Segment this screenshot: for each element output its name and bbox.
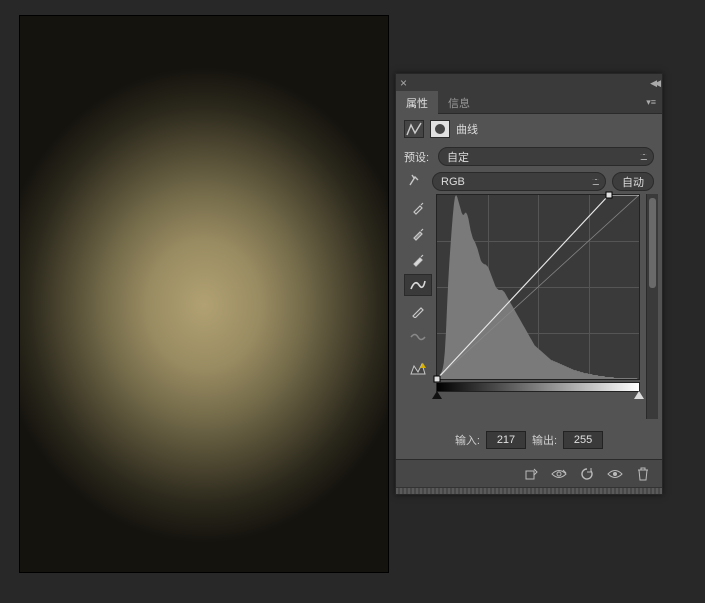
flyout-menu-icon[interactable]: ▾≡ bbox=[646, 97, 656, 108]
output-field[interactable]: 255 bbox=[563, 431, 603, 449]
visibility-icon[interactable] bbox=[606, 465, 624, 483]
panel-scrollbar[interactable] bbox=[646, 194, 658, 419]
preset-label: 预设: bbox=[404, 149, 432, 165]
curve-edit-icon[interactable] bbox=[404, 274, 432, 296]
panel-footer bbox=[396, 459, 662, 487]
properties-panel: × ◀◀ 属性 信息 ▾≡ 曲线 预设: 自定 RGB 自动 bbox=[395, 73, 663, 495]
view-previous-icon[interactable] bbox=[550, 465, 568, 483]
white-point-slider[interactable] bbox=[634, 391, 644, 399]
eyedropper-black-icon[interactable] bbox=[404, 196, 432, 218]
channel-select[interactable]: RGB bbox=[432, 172, 606, 191]
reset-icon[interactable] bbox=[578, 465, 596, 483]
curves-adj-icon bbox=[404, 120, 424, 138]
preset-select[interactable]: 自定 bbox=[438, 147, 654, 166]
tab-properties[interactable]: 属性 bbox=[396, 91, 438, 115]
close-icon[interactable]: × bbox=[400, 76, 407, 90]
curve-point-white[interactable] bbox=[605, 192, 612, 199]
adjustment-title: 曲线 bbox=[456, 121, 478, 137]
input-ramp bbox=[436, 382, 640, 392]
trash-icon[interactable] bbox=[634, 465, 652, 483]
curves-tools bbox=[404, 194, 432, 419]
clip-to-layer-icon[interactable] bbox=[522, 465, 540, 483]
curves-graph[interactable] bbox=[436, 194, 640, 380]
black-point-slider[interactable] bbox=[432, 391, 442, 399]
mask-icon[interactable] bbox=[430, 120, 450, 138]
eyedropper-white-icon[interactable] bbox=[404, 248, 432, 270]
pencil-icon[interactable] bbox=[404, 300, 432, 322]
document-canvas[interactable] bbox=[20, 16, 388, 572]
curve-line[interactable] bbox=[437, 195, 639, 379]
input-label: 输入: bbox=[455, 432, 480, 448]
auto-button[interactable]: 自动 bbox=[612, 172, 654, 191]
resize-grip[interactable] bbox=[396, 487, 662, 494]
clip-warning-icon[interactable] bbox=[404, 358, 432, 380]
finger-icon[interactable] bbox=[404, 173, 426, 190]
collapse-icon[interactable]: ◀◀ bbox=[650, 78, 658, 89]
output-label: 输出: bbox=[532, 432, 557, 448]
eyedropper-gray-icon[interactable] bbox=[404, 222, 432, 244]
input-output-row: 输入: 217 输出: 255 bbox=[396, 419, 662, 459]
smooth-icon[interactable] bbox=[404, 326, 432, 348]
scrollbar-thumb[interactable] bbox=[649, 198, 656, 288]
panel-titlebar: × ◀◀ bbox=[396, 74, 662, 92]
channel-row: RGB 自动 bbox=[396, 169, 662, 194]
preset-row: 预设: 自定 bbox=[396, 144, 662, 169]
curves-main bbox=[396, 194, 662, 419]
curves-graph-area bbox=[436, 194, 640, 419]
panel-tabs: 属性 信息 ▾≡ bbox=[396, 92, 662, 114]
adjustment-header: 曲线 bbox=[396, 114, 662, 144]
tab-info[interactable]: 信息 bbox=[438, 91, 480, 115]
input-field[interactable]: 217 bbox=[486, 431, 526, 449]
